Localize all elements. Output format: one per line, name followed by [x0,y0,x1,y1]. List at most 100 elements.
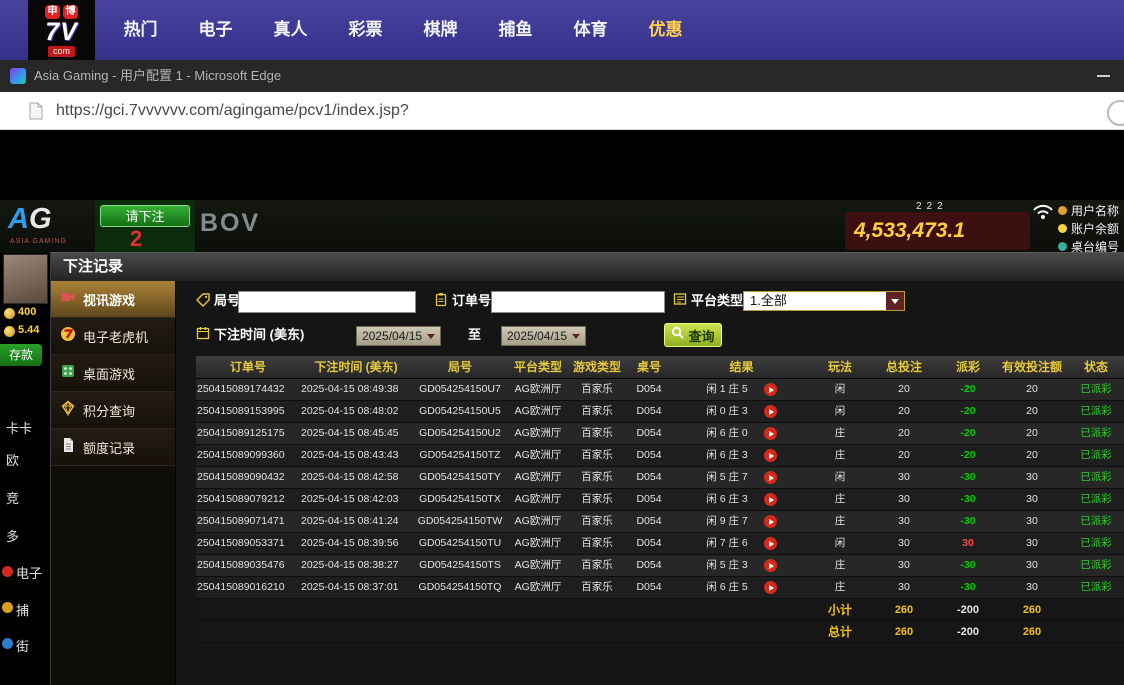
search-button[interactable]: 查询 [664,323,722,347]
round-id-label: 局号 [214,291,240,311]
cell-round-id: GD054254150TZ [412,445,508,466]
browser-action-icon[interactable] [1107,100,1124,126]
platform-list-icon [673,292,687,311]
cell-result: 闲 5 庄 7 [672,467,811,488]
cell-game-type: 百家乐 [568,555,626,576]
cell-order-id: 250415089153995 [196,401,300,422]
nav-item-live[interactable]: 真人 [253,0,328,60]
bet-time-label: 下注时间 (美东) [214,325,304,345]
table-row: 250415089174432 2025-04-15 08:49:38 GD05… [196,379,1124,401]
page-icon[interactable] [28,102,44,125]
cell-play: 闲 [811,533,869,554]
cell-play: 庄 [811,489,869,510]
nav-item-board[interactable]: 棋牌 [403,0,478,60]
table-row: 250415089125175 2025-04-15 08:45:45 GD05… [196,423,1124,445]
col-result: 结果 [672,356,811,378]
date-from-select[interactable]: 2025/04/15 [356,326,441,346]
cell-order-id: 250415089035476 [196,555,300,576]
lobby-item-jie[interactable]: 街 [16,636,29,655]
lobby-item-jing[interactable]: 竞 [6,488,19,507]
sidebar-item-credit-records[interactable]: 额度记录 [51,429,175,466]
cell-status: 已派彩 [1067,467,1124,488]
cell-round-id: GD054254150TS [412,555,508,576]
date-to-select[interactable]: 2025/04/15 [501,326,586,346]
cell-status: 已派彩 [1067,445,1124,466]
replay-play-icon[interactable] [764,383,777,396]
cell-play: 闲 [811,401,869,422]
chevron-down-icon [427,334,435,339]
cell-total-bet: 30 [869,577,939,598]
cell-round-id: GD054254150TY [412,467,508,488]
cell-round-id: GD054254150TW [412,511,508,532]
order-id-input[interactable] [491,291,665,313]
user-name-label: 用户名称 [1071,202,1119,219]
minimize-icon[interactable] [1097,75,1110,77]
lobby-item-ou[interactable]: 欧 [6,450,19,469]
cell-payout: -20 [939,423,997,444]
cell-status: 已派彩 [1067,555,1124,576]
cell-valid-bet: 20 [997,379,1067,400]
cell-total-bet: 20 [869,423,939,444]
cell-valid-bet: 20 [997,401,1067,422]
jackpot-amount: 4,533,473.1 [854,219,965,243]
cell-bet-time: 2025-04-15 08:41:24 [300,511,412,532]
cell-total-bet: 20 [869,445,939,466]
round-id-input[interactable] [238,291,416,313]
ag-logo-caption: ASIA GAMING [10,238,67,245]
replay-play-icon[interactable] [764,493,777,506]
nav-item-slots[interactable]: 电子 [178,0,253,60]
sidebar-item-points-query[interactable]: 积分查询 [51,392,175,429]
replay-play-icon[interactable] [764,559,777,572]
sidebar-item-slots[interactable]: 电子老虎机 [51,318,175,355]
cell-bet-time: 2025-04-15 08:48:02 [300,401,412,422]
lobby-item-kaka[interactable]: 卡卡 [6,418,32,437]
session-info: 用户名称 账户余额 桌台编号 [1058,201,1119,255]
nav-item-sports[interactable]: 体育 [553,0,628,60]
nav-item-hot[interactable]: 热门 [103,0,178,60]
balance-value-2: 5.44 [18,324,39,336]
site-logo[interactable]: 申 博 7V com [28,0,95,60]
coin-icon [4,326,15,337]
replay-play-icon[interactable] [764,449,777,462]
table-number-icon [1058,242,1067,251]
url-text[interactable]: https://gci.7vvvvvv.com/agingame/pcv1/in… [56,92,409,129]
tag-icon [196,293,210,312]
lobby-item-bu[interactable]: 捕 [16,600,29,619]
replay-play-icon[interactable] [764,405,777,418]
platform-type-select[interactable]: 1.全部 [743,291,905,311]
platform-type-label: 平台类型 [691,291,743,311]
diamond-icon [60,400,76,421]
lobby-item-duo[interactable]: 多 [6,526,19,545]
cell-valid-bet: 30 [997,555,1067,576]
place-bet-button[interactable]: 请下注 [100,205,190,227]
replay-play-icon[interactable] [764,581,777,594]
deposit-button[interactable]: 存款 [0,344,42,366]
replay-play-icon[interactable] [764,515,777,528]
replay-play-icon[interactable] [764,471,777,484]
bet-records-table: 订单号 下注时间 (美东) 局号 平台类型 游戏类型 桌号 结果 玩法 总投注 … [196,356,1124,643]
logo-badge-bo: 博 [63,5,78,19]
cell-valid-bet: 30 [997,489,1067,510]
replay-play-icon[interactable] [764,537,777,550]
screen: 申 博 7V com 热门 电子 真人 彩票 棋牌 捕鱼 体育 优惠 Asia … [0,0,1124,685]
cell-round-id: GD054254150U5 [412,401,508,422]
cell-order-id: 250415089071471 [196,511,300,532]
cell-order-id: 250415089125175 [196,423,300,444]
cell-platform: AG欧洲厅 [508,401,568,422]
sidebar-item-video-games[interactable]: 视讯游戏 [51,281,175,318]
cell-platform: AG欧洲厅 [508,577,568,598]
chevron-down-icon[interactable] [886,292,904,310]
logo-badges: 申 博 [45,5,78,19]
cell-bet-time: 2025-04-15 08:49:38 [300,379,412,400]
sidebar-item-table-games[interactable]: 桌面游戏 [51,355,175,392]
col-bet-time: 下注时间 (美东) [300,356,412,378]
avatar[interactable] [3,254,48,304]
cell-table-no: D054 [626,577,672,598]
cell-result: 闲 1 庄 5 [672,379,811,400]
nav-item-promo[interactable]: 优惠 [628,0,703,60]
nav-item-lottery[interactable]: 彩票 [328,0,403,60]
date-to-value: 2025/04/15 [507,329,567,343]
lobby-item-dianzi[interactable]: 电子 [16,563,42,582]
replay-play-icon[interactable] [764,427,777,440]
nav-item-fishing[interactable]: 捕鱼 [478,0,553,60]
